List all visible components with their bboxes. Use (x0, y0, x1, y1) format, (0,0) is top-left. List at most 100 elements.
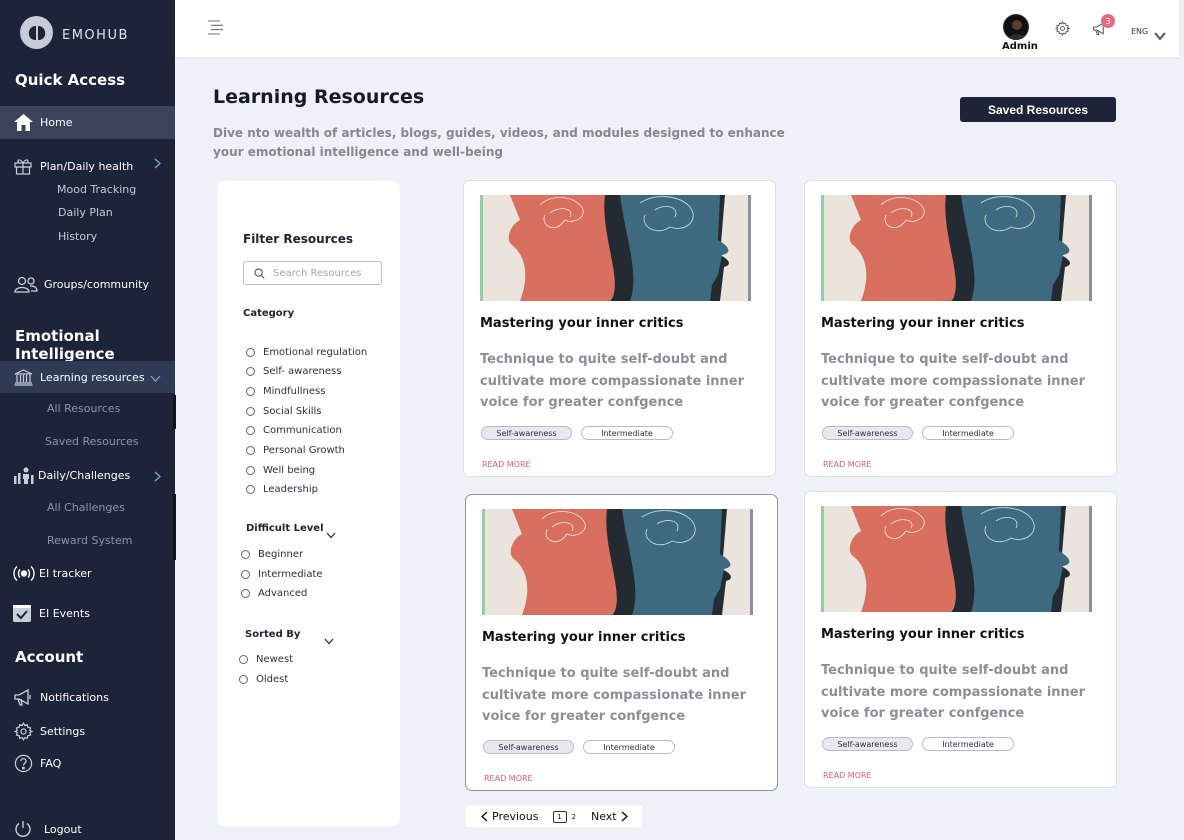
chevron-down-icon (150, 372, 161, 385)
category-option[interactable]: Leadership (246, 484, 318, 495)
category-option[interactable]: Personal Growth (246, 445, 345, 456)
tag-self-awareness[interactable]: Self-awareness (822, 426, 913, 440)
sidebar-item-all-resources[interactable]: All Resources (47, 402, 120, 415)
page-2-button[interactable]: 2 (572, 813, 576, 821)
sorted-by-label: Sorted By (245, 629, 301, 640)
emotional-intelligence-heading: Emotional Intelligence (15, 327, 115, 363)
level-option[interactable]: Advanced (241, 588, 307, 599)
resource-card[interactable]: Mastering your inner critics Technique t… (465, 494, 778, 791)
chevron-down-icon[interactable] (326, 524, 336, 543)
next-label: Next (590, 810, 617, 823)
resource-card[interactable]: Mastering your inner critics Technique t… (804, 180, 1117, 477)
radio-button[interactable] (246, 466, 255, 475)
tag-intermediate[interactable]: Intermediate (922, 737, 1014, 751)
category-option[interactable]: Communication (246, 425, 342, 436)
sidebar-item-label: Notifications (40, 690, 109, 704)
gear-icon[interactable] (1054, 20, 1071, 40)
head-illustration-image (482, 509, 753, 615)
level-option[interactable]: Intermediate (241, 569, 323, 580)
filter-panel: Filter Resources Category Emotional regu… (217, 181, 400, 826)
radio-button[interactable] (246, 426, 255, 435)
sidebar-item-logout[interactable]: Logout (0, 818, 175, 840)
option-label: Communication (263, 425, 342, 436)
sidebar-item-daily-challenges[interactable]: Daily/Challenges (0, 464, 175, 486)
menu-toggle-icon[interactable] (207, 20, 224, 39)
user-name[interactable]: Admin (1002, 41, 1038, 52)
next-page-button[interactable]: Next (591, 810, 628, 823)
radio-button[interactable] (246, 407, 255, 416)
sidebar-item-home[interactable]: Home (0, 106, 175, 139)
radio-button[interactable] (241, 550, 250, 559)
sidebar-item-label: Logout (44, 822, 82, 836)
sidebar-item-faq[interactable]: FAQ (0, 752, 175, 774)
card-description: Technique to quite self-doubt and cultiv… (821, 352, 1086, 410)
saved-resources-button[interactable]: Saved Resources (960, 97, 1116, 122)
previous-page-button[interactable]: Previous (481, 810, 539, 823)
resource-card[interactable]: Mastering your inner critics Technique t… (463, 180, 776, 477)
sidebar-item-notifications[interactable]: Notifications (0, 686, 175, 708)
option-label: Advanced (258, 588, 308, 599)
tag-self-awareness[interactable]: Self-awareness (483, 740, 574, 754)
tag-intermediate[interactable]: Intermediate (583, 740, 675, 754)
option-label: Self- awareness (263, 366, 342, 377)
sort-option[interactable]: Newest (239, 654, 293, 665)
radio-button[interactable] (246, 367, 255, 376)
help-icon (12, 754, 34, 773)
sidebar: EMOHUB Quick Access Home Plan/Daily heal… (0, 0, 176, 840)
radio-button[interactable] (246, 348, 255, 357)
active-indicator (173, 395, 176, 429)
sidebar-item-groups[interactable]: Groups/community (0, 273, 175, 295)
category-option[interactable]: Social Skills (246, 406, 322, 417)
language-selector[interactable]: ENG (1131, 27, 1148, 36)
category-option[interactable]: Well being (246, 465, 315, 476)
sidebar-item-label: Daily/Challenges (38, 468, 131, 482)
sidebar-item-plan[interactable]: Plan/Daily health (0, 156, 175, 176)
emohub-logo-icon[interactable] (20, 16, 53, 49)
sidebar-item-settings[interactable]: Settings (0, 720, 175, 742)
read-more-link[interactable]: READ MORE (823, 771, 872, 780)
sidebar-item-saved-resources[interactable]: Saved Resources (45, 435, 139, 448)
category-option[interactable]: Self- awareness (246, 366, 341, 377)
sidebar-item-learning-resources[interactable]: Learning resources (0, 361, 175, 393)
chevron-down-icon[interactable] (324, 630, 334, 649)
radio-button[interactable] (246, 387, 255, 396)
sidebar-item-history[interactable]: History (58, 230, 97, 243)
read-more-link[interactable]: READ MORE (482, 460, 531, 469)
radio-button[interactable] (246, 485, 255, 494)
sidebar-item-label: Plan/Daily health (40, 159, 134, 173)
sidebar-item-label: EI Events (39, 606, 90, 620)
category-option[interactable]: Emotional regulation (246, 347, 367, 358)
search-input[interactable] (273, 267, 373, 279)
sidebar-item-daily-plan[interactable]: Daily Plan (58, 206, 113, 219)
sidebar-item-reward-system[interactable]: Reward System (47, 534, 132, 547)
chevron-down-icon[interactable] (1154, 26, 1166, 45)
radio-button[interactable] (239, 655, 248, 664)
read-more-link[interactable]: READ MORE (823, 460, 872, 469)
calendar-check-icon (11, 604, 33, 622)
category-option[interactable]: Mindfullness (246, 386, 325, 397)
radio-button[interactable] (241, 589, 250, 598)
sidebar-item-all-challenges[interactable]: All Challenges (47, 501, 125, 514)
page-1-button[interactable]: 1 (552, 810, 567, 823)
tag-self-awareness[interactable]: Self-awareness (481, 426, 572, 440)
sidebar-item-ei-tracker[interactable]: EI tracker (0, 562, 175, 584)
avatar[interactable] (1003, 14, 1029, 40)
sort-option[interactable]: Oldest (239, 674, 288, 685)
tag-intermediate[interactable]: Intermediate (922, 426, 1014, 440)
resource-card[interactable]: Mastering your inner critics Technique t… (804, 491, 1117, 788)
tag-self-awareness[interactable]: Self-awareness (822, 737, 913, 751)
leaderboard-icon (12, 467, 36, 484)
read-more-link[interactable]: READ MORE (484, 774, 533, 783)
option-label: Intermediate (258, 569, 323, 580)
radio-button[interactable] (241, 570, 250, 579)
radio-button[interactable] (246, 446, 255, 455)
sidebar-item-ei-events[interactable]: EI Events (0, 602, 175, 624)
level-option[interactable]: Beginner (241, 549, 303, 560)
option-label: Well being (263, 465, 316, 476)
sidebar-item-mood-tracking[interactable]: Mood Tracking (57, 183, 136, 196)
tag-intermediate[interactable]: Intermediate (581, 426, 673, 440)
option-label: Personal Growth (263, 445, 345, 456)
option-label: Oldest (256, 674, 289, 685)
search-box[interactable] (243, 261, 382, 285)
radio-button[interactable] (239, 675, 248, 684)
